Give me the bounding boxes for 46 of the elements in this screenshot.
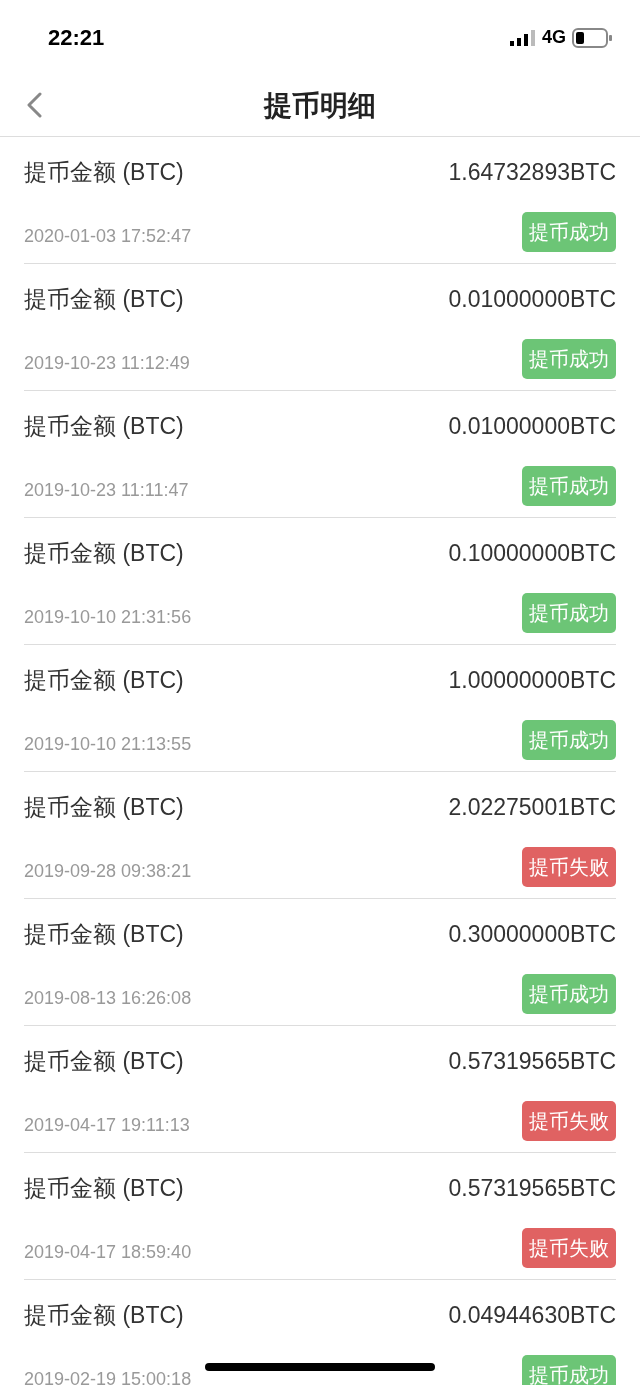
timestamp: 2019-04-17 18:59:40 — [24, 1241, 192, 1264]
amount-value: 0.57319565BTC — [448, 1174, 616, 1203]
amount-label: 提币金额 (BTC) — [24, 285, 184, 314]
network-label: 4G — [542, 26, 566, 49]
amount-value: 0.04944630BTC — [448, 1301, 616, 1330]
amount-label: 提币金额 (BTC) — [24, 920, 184, 949]
amount-value: 0.30000000BTC — [448, 920, 616, 949]
status-badge: 提币成功 — [522, 720, 616, 760]
amount-value: 2.02275001BTC — [448, 793, 616, 822]
timestamp: 2019-10-23 11:12:49 — [24, 352, 190, 375]
timestamp: 2019-10-23 11:11:47 — [24, 479, 189, 502]
amount-value: 0.01000000BTC — [448, 285, 616, 314]
timestamp: 2019-08-13 16:26:08 — [24, 987, 192, 1010]
amount-label: 提币金额 (BTC) — [24, 539, 184, 568]
timestamp: 2020-01-03 17:52:47 — [24, 225, 192, 248]
status-badge: 提币失败 — [522, 1228, 616, 1268]
amount-value: 1.00000000BTC — [448, 666, 616, 695]
status-badge: 提币成功 — [522, 212, 616, 252]
signal-icon — [510, 29, 536, 46]
status-time: 22:21 — [48, 24, 105, 52]
status-badge: 提币失败 — [522, 847, 616, 887]
status-badge: 提币成功 — [522, 593, 616, 633]
amount-value: 1.64732893BTC — [448, 158, 616, 187]
amount-label: 提币金额 (BTC) — [24, 666, 184, 695]
amount-label: 提币金额 (BTC) — [24, 1301, 184, 1330]
battery-icon — [572, 27, 612, 48]
status-badge: 提币成功 — [522, 339, 616, 379]
amount-value: 0.57319565BTC — [448, 1047, 616, 1076]
amount-value: 0.10000000BTC — [448, 539, 616, 568]
status-badge: 提币成功 — [522, 1355, 616, 1385]
amount-label: 提币金额 (BTC) — [24, 793, 184, 822]
amount-label: 提币金额 (BTC) — [24, 1047, 184, 1076]
page-title: 提币明细 — [264, 88, 376, 123]
back-icon[interactable] — [26, 92, 42, 118]
timestamp: 2019-02-19 15:00:18 — [24, 1368, 192, 1385]
timestamp: 2019-09-28 09:38:21 — [24, 860, 192, 883]
amount-label: 提币金额 (BTC) — [24, 158, 184, 187]
timestamp: 2019-04-17 19:11:13 — [24, 1114, 190, 1137]
status-badge: 提币失败 — [522, 1101, 616, 1141]
status-badge: 提币成功 — [522, 974, 616, 1014]
amount-label: 提币金额 (BTC) — [24, 412, 184, 441]
status-badge: 提币成功 — [522, 466, 616, 506]
timestamp: 2019-10-10 21:13:55 — [24, 733, 192, 756]
timestamp: 2019-10-10 21:31:56 — [24, 606, 192, 629]
amount-value: 0.01000000BTC — [448, 412, 616, 441]
amount-label: 提币金额 (BTC) — [24, 1174, 184, 1203]
